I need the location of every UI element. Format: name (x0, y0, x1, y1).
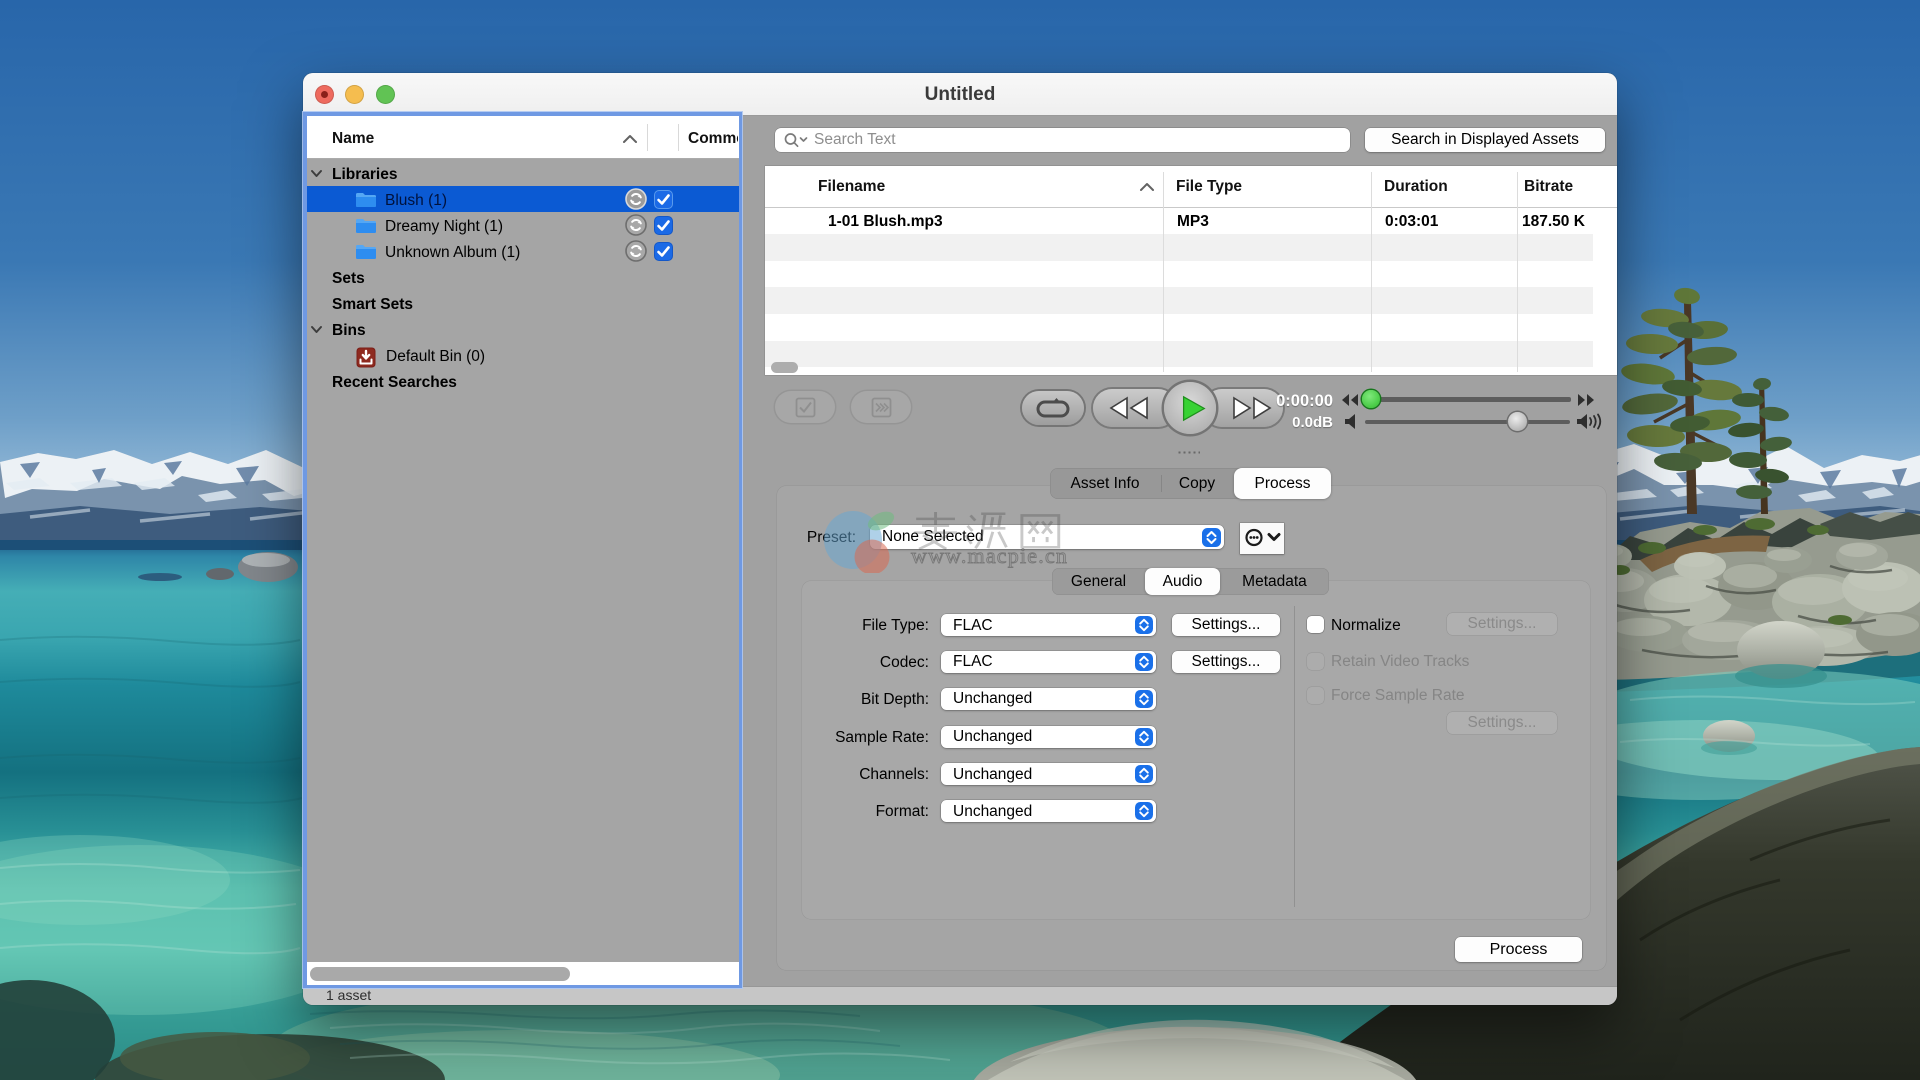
svg-text:www.macpie.cn: www.macpie.cn (911, 543, 1068, 568)
